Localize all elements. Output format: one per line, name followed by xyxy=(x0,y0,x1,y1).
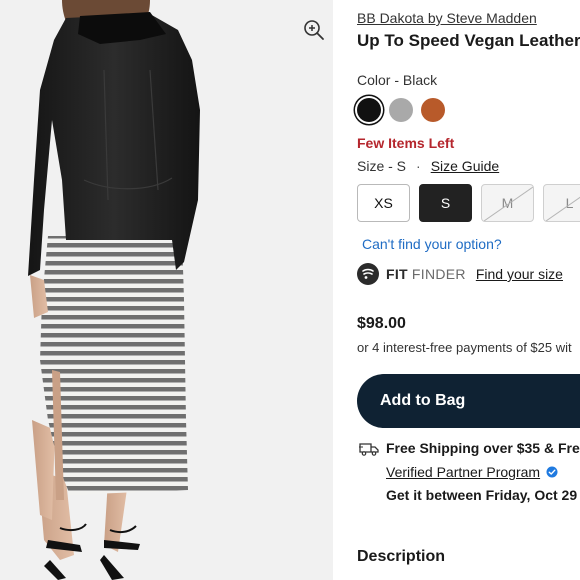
size-options: XS S M L xyxy=(357,184,580,222)
find-your-size-link[interactable]: Find your size xyxy=(476,266,563,282)
add-to-bag-label: Add to Bag xyxy=(380,392,466,409)
size-option-l[interactable]: L xyxy=(543,184,580,222)
product-photo xyxy=(28,0,200,580)
color-swatches xyxy=(357,98,445,122)
color-label: Color - Black xyxy=(357,72,438,88)
unavailable-slash-icon xyxy=(483,186,533,221)
fit-finder-brand-bold: FIT xyxy=(386,266,408,282)
unavailable-slash-icon xyxy=(545,196,580,221)
size-guide-link[interactable]: Size Guide xyxy=(431,158,499,174)
brand-link[interactable]: BB Dakota by Steve Madden xyxy=(357,10,537,26)
product-title: Up To Speed Vegan Leather xyxy=(357,31,580,50)
shipping-text: Free Shipping over $35 & Free xyxy=(386,440,580,456)
verified-badge-icon xyxy=(546,466,558,478)
swatch-cognac[interactable] xyxy=(421,98,445,122)
size-option-xs[interactable]: XS xyxy=(357,184,410,222)
fit-finder-brand-light: FINDER xyxy=(411,266,466,282)
size-row: Size - S · Size Guide xyxy=(357,158,499,174)
product-details-pane: BB Dakota by Steve Madden Up To Speed Ve… xyxy=(333,0,580,580)
swatch-gray[interactable] xyxy=(389,98,413,122)
partner-row: Verified Partner Program xyxy=(386,464,558,480)
zoom-button[interactable] xyxy=(300,16,328,44)
cant-find-option-link[interactable]: Can't find your option? xyxy=(362,236,502,252)
size-label: Size - S xyxy=(357,158,407,174)
stock-status: Few Items Left xyxy=(357,135,455,151)
size-option-label: S xyxy=(440,195,451,211)
truck-icon xyxy=(359,443,379,456)
product-image-pane xyxy=(0,0,333,580)
swatch-black[interactable] xyxy=(357,98,381,122)
size-option-m[interactable]: M xyxy=(481,184,534,222)
price: $98.00 xyxy=(357,315,406,332)
installments-text: or 4 interest-free payments of $25 wit xyxy=(357,340,572,355)
zoom-in-icon xyxy=(304,20,324,40)
fit-finder-row: FIT FINDER Find your size xyxy=(357,263,563,285)
verified-partner-link[interactable]: Verified Partner Program xyxy=(386,464,540,480)
add-to-bag-button[interactable]: Add to Bag xyxy=(357,374,580,428)
fit-finder-logo-icon xyxy=(357,263,379,285)
delivery-estimate: Get it between Friday, Oct 29 - xyxy=(386,487,580,503)
description-heading[interactable]: Description xyxy=(357,548,445,566)
size-separator: · xyxy=(416,158,421,174)
size-option-label: XS xyxy=(374,195,393,211)
size-option-s[interactable]: S xyxy=(419,184,472,222)
